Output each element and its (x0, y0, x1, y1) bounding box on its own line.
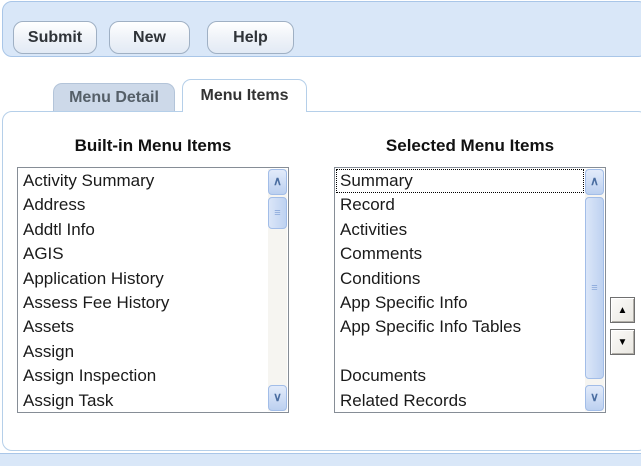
list-item[interactable] (336, 340, 584, 364)
selected-menu-items-listbox[interactable]: Summary Record Activities Comments Condi… (334, 167, 606, 413)
list-item[interactable]: Activity Summary (19, 169, 267, 193)
list-item[interactable]: Assign (19, 340, 267, 364)
builtin-list-items: Activity Summary Address Addtl Info AGIS… (19, 169, 267, 411)
list-item[interactable]: Record (336, 193, 584, 217)
submit-button[interactable]: Submit (13, 21, 97, 54)
list-item[interactable]: Assign Inspection (19, 364, 267, 388)
list-item[interactable]: Activities (336, 218, 584, 242)
list-item[interactable]: Documents (336, 364, 584, 388)
builtin-menu-items-listbox[interactable]: Activity Summary Address Addtl Info AGIS… (17, 167, 289, 413)
bottom-strip (0, 453, 641, 466)
scroll-up-icon[interactable]: ∧ (585, 169, 604, 195)
down-arrow-icon: ▼ (618, 337, 628, 348)
tab-menu-items[interactable]: Menu Items (182, 79, 307, 112)
list-item[interactable]: Comments (336, 242, 584, 266)
thumb-grip-icon: ≡ (591, 282, 597, 294)
thumb-grip-icon: ≡ (274, 207, 280, 219)
help-button[interactable]: Help (207, 21, 294, 54)
list-item[interactable]: App Specific Info (336, 291, 584, 315)
selected-list-items: Summary Record Activities Comments Condi… (336, 169, 584, 411)
up-arrow-icon: ▲ (618, 305, 628, 316)
scroll-down-icon[interactable]: ∨ (585, 385, 604, 411)
list-item[interactable]: Conditions (336, 267, 584, 291)
list-item[interactable]: Assign Task (19, 389, 267, 411)
list-item[interactable]: Assets (19, 315, 267, 339)
list-item[interactable]: App Specific Info Tables (336, 315, 584, 339)
list-item[interactable]: Application History (19, 267, 267, 291)
toolbar: Submit New Help (2, 1, 641, 57)
move-up-button[interactable]: ▲ (610, 297, 635, 323)
move-down-button[interactable]: ▼ (610, 329, 635, 355)
scroll-up-icon[interactable]: ∧ (268, 169, 287, 195)
builtin-list-title: Built-in Menu Items (18, 136, 288, 156)
new-button[interactable]: New (109, 21, 190, 54)
list-item-focused[interactable]: Summary (336, 169, 584, 193)
selected-scrollbar[interactable]: ∧ ≡ ∨ (585, 169, 604, 411)
list-item[interactable]: Assess Fee History (19, 291, 267, 315)
builtin-scrollbar[interactable]: ∧ ≡ ∨ (268, 169, 287, 411)
list-item[interactable]: Address (19, 193, 267, 217)
tab-menu-detail[interactable]: Menu Detail (53, 83, 175, 112)
scrollbar-thumb[interactable]: ≡ (268, 197, 287, 229)
list-item[interactable]: Addtl Info (19, 218, 267, 242)
scrollbar-thumb[interactable]: ≡ (585, 197, 604, 379)
list-item[interactable]: Related Records (336, 389, 584, 411)
scroll-down-icon[interactable]: ∨ (268, 385, 287, 411)
list-item[interactable]: AGIS (19, 242, 267, 266)
selected-list-title: Selected Menu Items (335, 136, 605, 156)
